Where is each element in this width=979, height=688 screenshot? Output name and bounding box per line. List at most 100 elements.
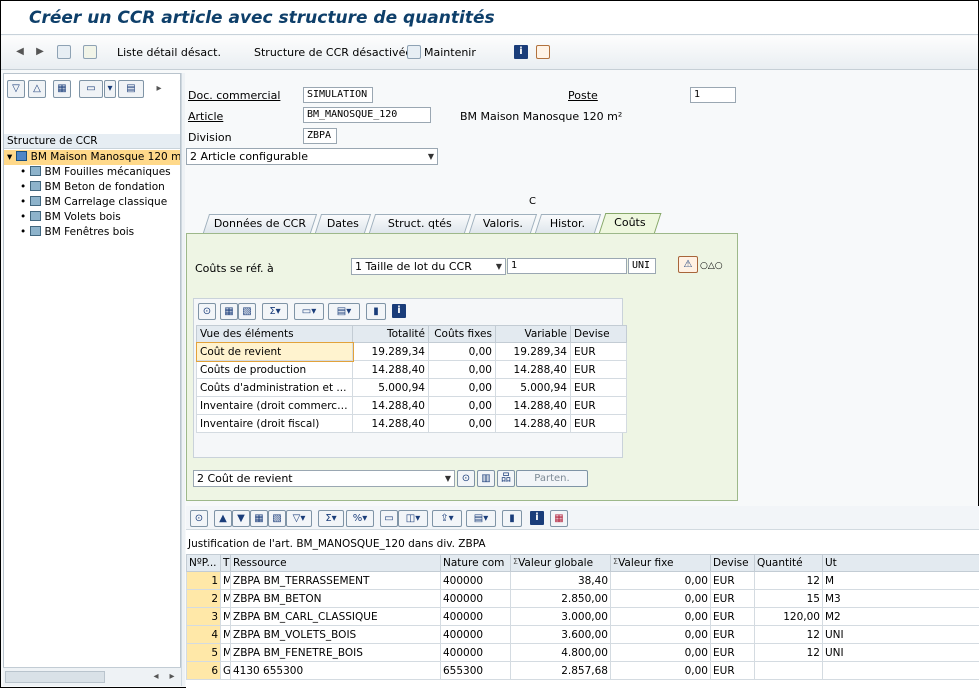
cell[interactable]: 1 — [186, 571, 221, 590]
cell[interactable]: ZBPA BM_CARL_CLASSIQUE — [230, 607, 441, 626]
back-arrow-icon[interactable]: ◀ — [15, 46, 25, 58]
col-header[interactable]: Ressource — [230, 554, 441, 572]
more-icon[interactable]: ▸ — [154, 83, 164, 95]
cell[interactable]: 0,00 — [610, 607, 711, 626]
expand-all-icon[interactable]: ▽ — [7, 80, 25, 98]
tree-item[interactable]: • BM Beton de fondation — [4, 180, 180, 195]
cell[interactable]: UNI — [822, 625, 979, 644]
details-icon[interactable]: ⊙ — [198, 303, 216, 320]
sum-icon[interactable]: Σ▾ — [262, 303, 288, 320]
columns-icon[interactable]: ▥ — [477, 470, 495, 487]
cell[interactable]: 400000 — [440, 643, 511, 662]
cell[interactable]: 38,40 — [510, 571, 611, 590]
col-header[interactable]: Devise — [710, 554, 755, 572]
cell[interactable]: M3 — [822, 589, 979, 608]
poste-label[interactable]: Poste — [568, 89, 598, 102]
tab-couts[interactable]: Coûts — [598, 213, 662, 234]
col-header[interactable]: Totalité — [352, 325, 429, 343]
cost-icon[interactable] — [536, 45, 550, 59]
cell[interactable]: 0,00 — [610, 625, 711, 644]
export-icon[interactable]: ▤▾ — [328, 303, 360, 320]
table-row[interactable]: Inventaire (droit fiscal) 14.288,40 0,00… — [196, 414, 627, 433]
cell[interactable]: 14.288,40 — [495, 360, 571, 379]
scroll-right-icon[interactable]: ▸ — [167, 671, 177, 683]
cell[interactable]: 5.000,94 — [352, 378, 429, 397]
cell[interactable]: EUR — [570, 378, 627, 397]
cell[interactable]: 400000 — [440, 571, 511, 590]
find-next-icon[interactable]: ▧ — [238, 303, 256, 320]
find-icon[interactable]: ▦ — [220, 303, 238, 320]
cell[interactable]: M — [220, 643, 231, 662]
cell[interactable]: UNI — [822, 643, 979, 662]
check-icon[interactable] — [83, 45, 97, 59]
liste-detail-button[interactable]: Liste détail désact. — [117, 46, 221, 59]
cell[interactable]: Inventaire (droit commercial) — [196, 396, 353, 415]
forward-arrow-icon[interactable]: ▶ — [35, 46, 45, 58]
col-header[interactable]: Ut — [822, 554, 979, 572]
tree-scrollbar[interactable]: ◂ ▸ — [3, 667, 181, 686]
cell[interactable]: 14.288,40 — [352, 360, 429, 379]
cell[interactable]: M — [220, 625, 231, 644]
tab-donnees-ccr[interactable]: Données de CCR — [202, 214, 318, 233]
layout-icon[interactable]: ▤▾ — [466, 510, 496, 527]
cell[interactable]: 12 — [754, 625, 823, 644]
cell[interactable]: 3.600,00 — [510, 625, 611, 644]
cell[interactable]: 400000 — [440, 589, 511, 608]
splitter[interactable] — [181, 73, 185, 686]
tree-item[interactable]: • BM Fouilles mécaniques — [4, 165, 180, 180]
tree-item[interactable]: • BM Fenêtres bois — [4, 225, 180, 240]
cell[interactable]: EUR — [710, 661, 755, 680]
tab-valoris[interactable]: Valoris. — [468, 214, 538, 233]
cell[interactable]: EUR — [710, 607, 755, 626]
cell[interactable]: 0,00 — [610, 661, 711, 680]
cell[interactable]: M — [220, 571, 231, 590]
cost-estimate-icon[interactable]: ⚠ — [678, 256, 698, 273]
cell[interactable]: EUR — [710, 571, 755, 590]
cell[interactable]: 4 — [186, 625, 221, 644]
col-header[interactable]: NºP... — [186, 554, 221, 572]
scroll-thumb[interactable] — [5, 671, 105, 683]
table-row[interactable]: Coûts de production 14.288,40 0,00 14.28… — [196, 360, 627, 379]
details-icon[interactable]: ⊙ — [190, 510, 208, 527]
maintenir-button[interactable]: Maintenir — [424, 46, 476, 59]
cell[interactable]: EUR — [570, 360, 627, 379]
details-icon[interactable]: ⊙ — [457, 470, 475, 487]
cell[interactable]: ZBPA BM_VOLETS_BOIS — [230, 625, 441, 644]
table-row[interactable]: 6 G 4130 655300 655300 2.857,68 0,00 EUR — [186, 661, 979, 680]
cell[interactable]: 6 — [186, 661, 221, 680]
cell[interactable]: Inventaire (droit fiscal) — [196, 414, 353, 433]
cell[interactable] — [754, 661, 823, 680]
cell[interactable]: EUR — [570, 396, 627, 415]
cell[interactable]: ZBPA BM_BETON — [230, 589, 441, 608]
grid-icon[interactable] — [57, 45, 71, 59]
cell[interactable]: 12 — [754, 643, 823, 662]
find-icon[interactable]: ▦ — [53, 80, 71, 98]
col-header[interactable]: Vue des éléments — [196, 325, 353, 343]
tree-item[interactable]: • BM Carrelage classique — [4, 195, 180, 210]
cell[interactable]: 12 — [754, 571, 823, 590]
cell[interactable]: 0,00 — [428, 414, 496, 433]
cell[interactable]: 3.000,00 — [510, 607, 611, 626]
cell[interactable]: 0,00 — [428, 342, 496, 361]
cell[interactable]: 655300 — [440, 661, 511, 680]
info-icon[interactable]: i — [392, 304, 406, 318]
cell[interactable]: 2.850,00 — [510, 589, 611, 608]
tree-root-item[interactable]: ▾ BM Maison Manosque 120 m² — [4, 150, 180, 165]
find-next-icon[interactable]: ▧ — [268, 510, 286, 527]
structure-ccr-button[interactable]: Structure de CCR désactivée — [254, 46, 412, 59]
export-icon[interactable]: ⇪▾ — [432, 510, 462, 527]
table-row[interactable]: 5 M ZBPA BM_FENETRE_BOIS 400000 4.800,00… — [186, 643, 979, 662]
sort-asc-icon[interactable]: ▲ — [214, 510, 232, 527]
col-header[interactable]: T — [220, 554, 231, 572]
cell[interactable]: M — [220, 607, 231, 626]
cell[interactable]: EUR — [570, 342, 627, 361]
cell[interactable]: 400000 — [440, 625, 511, 644]
print-dropdown-icon[interactable]: ▾ — [104, 80, 116, 98]
views-icon[interactable]: ◫▾ — [398, 510, 428, 527]
cell[interactable]: 4130 655300 — [230, 661, 441, 680]
cell[interactable]: Coûts d'administration et ... — [196, 378, 353, 397]
cell[interactable]: 5.000,94 — [495, 378, 571, 397]
cell[interactable]: 3 — [186, 607, 221, 626]
cell[interactable]: 0,00 — [428, 378, 496, 397]
tree-item[interactable]: • BM Volets bois — [4, 210, 180, 225]
